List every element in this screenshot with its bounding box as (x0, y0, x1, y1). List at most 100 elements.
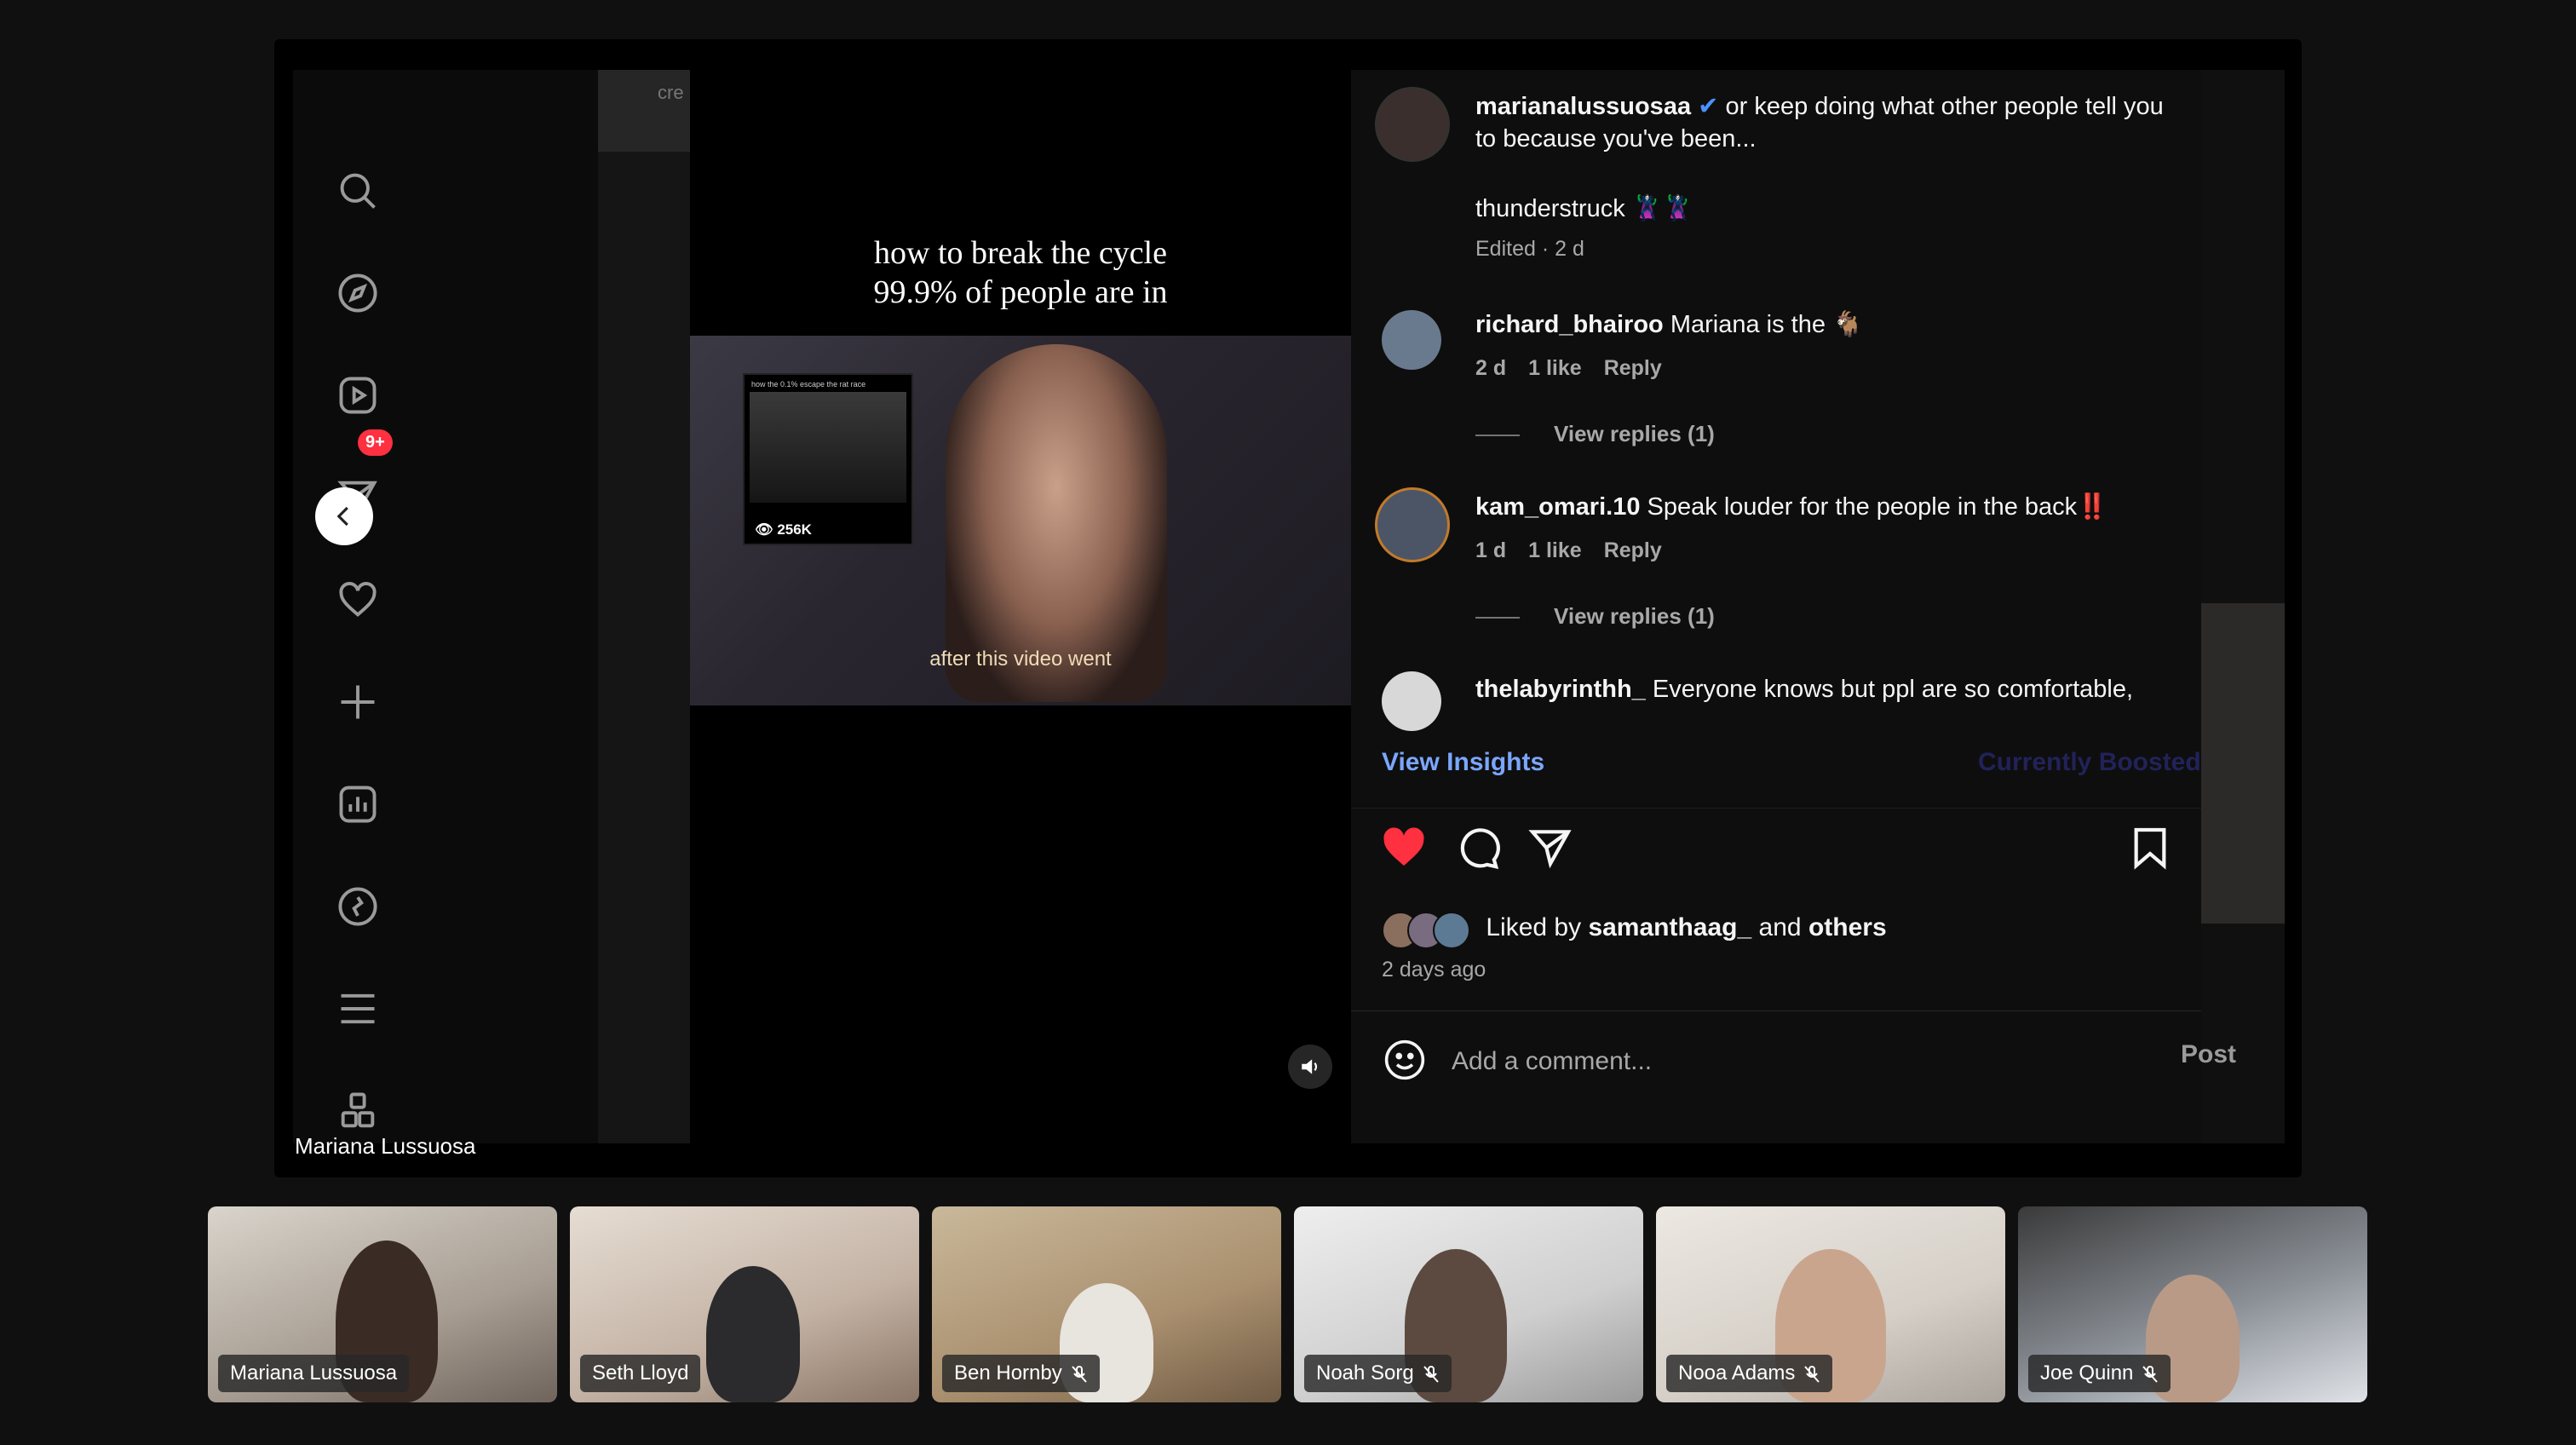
comment-username[interactable]: kam_omari.10 (1475, 493, 1640, 521)
background-post-right-image (2201, 603, 2285, 924)
comment: kam_omari.10 Speak louder for the people… (1475, 491, 2107, 523)
notifications-heart-icon[interactable] (334, 576, 382, 624)
comment-likes[interactable]: 1 like (1528, 356, 1582, 380)
background-post-left (598, 70, 690, 1143)
view-replies-button[interactable]: View replies (1) (1475, 603, 1715, 630)
comment-time: 1 d (1475, 538, 1507, 562)
threads-icon[interactable] (334, 883, 382, 930)
participant-name: Seth Lloyd (592, 1362, 689, 1385)
liked-by-row: Liked by samanthaag_ and others (1382, 912, 1887, 949)
participant-name: Mariana Lussuosa (230, 1362, 398, 1385)
post-timestamp: 2 days ago (1382, 958, 1486, 982)
view-replies-label: View replies (1) (1554, 603, 1715, 629)
shared-screen: 9+ cre how to break the cycle 99.9% of p… (274, 39, 2302, 1177)
video-caption-line1: how to break the cycle (874, 235, 1167, 271)
comment-reply-button[interactable]: Reply (1604, 538, 1662, 562)
comment-reply-button[interactable]: Reply (1604, 356, 1662, 380)
comment-avatar[interactable] (1382, 310, 1441, 370)
participant-name-tag: Noah Sorg (1304, 1355, 1452, 1392)
participant-tile[interactable]: Nooa Adams (1656, 1206, 2005, 1402)
participant-name-tag: Mariana Lussuosa (218, 1355, 410, 1392)
explore-compass-icon[interactable] (334, 269, 382, 317)
participant-name-tag: Nooa Adams (1666, 1355, 1833, 1392)
participant-name-tag: Joe Quinn (2028, 1355, 2171, 1392)
post-caption: marianalussuosaa ✔ or keep doing what ot… (1475, 90, 2174, 155)
mic-muted-icon (2142, 1365, 2159, 1384)
participant-tile[interactable]: Ben Hornby (932, 1206, 1281, 1402)
comment-username[interactable]: thelabyrinthh_ (1475, 676, 1646, 703)
liked-by-prefix: Liked by (1486, 912, 1582, 941)
participant-name: Ben Hornby (954, 1362, 1062, 1385)
video-subtitle: after this video went (929, 648, 1112, 671)
emoji-icon[interactable] (1382, 1037, 1428, 1083)
post-action-bar (1351, 808, 2201, 884)
insights-chart-icon[interactable] (334, 780, 382, 828)
comment-text: Mariana is the 🐐 (1670, 311, 1864, 338)
menu-icon[interactable] (334, 985, 382, 1033)
instagram-window: 9+ cre how to break the cycle 99.9% of p… (293, 70, 2285, 1143)
comments-panel: marianalussuosaa ✔ or keep doing what ot… (1351, 70, 2236, 1144)
participant-name: Nooa Adams (1678, 1362, 1796, 1385)
video-caption: how to break the cycle 99.9% of people a… (690, 233, 1351, 312)
participant-video (706, 1266, 800, 1402)
author-avatar[interactable] (1375, 87, 1450, 162)
participant-tile[interactable]: Mariana Lussuosa (208, 1206, 557, 1402)
video-caption-line2: 99.9% of people are in (873, 274, 1168, 310)
inner-video-thumbnail: how the 0.1% escape the rat race 👁 256K (743, 373, 913, 545)
inner-views-value: 256K (777, 521, 812, 538)
share-send-icon[interactable] (1527, 824, 1574, 872)
notification-badge: 9+ (358, 429, 393, 456)
post-caption-meta: Edited · 2 d (1475, 237, 1584, 261)
post-author[interactable]: marianalussuosaa (1475, 93, 1691, 120)
currently-boosted-label: Currently Boosted (1978, 748, 2201, 776)
create-plus-icon[interactable] (334, 678, 382, 726)
participant-name-tag: Ben Hornby (942, 1355, 1100, 1392)
post-caption-extra: thunderstruck 🦹‍♀️🦹‍♀️ (1475, 195, 1693, 222)
comment-likes[interactable]: 1 like (1528, 538, 1582, 562)
back-arrow-button[interactable] (315, 487, 373, 545)
comment-avatar[interactable] (1382, 671, 1441, 731)
view-replies-button[interactable]: View replies (1) (1475, 421, 1715, 447)
inner-views-count: 👁 256K (755, 521, 812, 538)
comment-bubble-icon[interactable] (1453, 824, 1501, 872)
participant-tile[interactable]: Joe Quinn (2018, 1206, 2367, 1402)
video-frame: how the 0.1% escape the rat race 👁 256K … (690, 336, 1351, 705)
participant-name: Joe Quinn (2040, 1362, 2134, 1385)
comment-meta: 2 d 1 like Reply (1475, 356, 1684, 381)
post-comment-button[interactable]: Post (2181, 1040, 2236, 1069)
liked-by-avatars[interactable] (1382, 912, 1470, 949)
comment-text: Speak louder for the people in the back‼… (1647, 493, 2108, 521)
mic-muted-icon (1803, 1365, 1820, 1384)
add-comment-bar: Post (1351, 1010, 2236, 1144)
participant-tile[interactable]: Seth Lloyd (570, 1206, 919, 1402)
mic-muted-icon (1423, 1365, 1440, 1384)
comment-text: Everyone knows but ppl are so comfortabl… (1652, 676, 2134, 703)
save-bookmark-icon[interactable] (2126, 824, 2174, 872)
post-video[interactable]: how to break the cycle 99.9% of people a… (690, 70, 1351, 1143)
search-icon[interactable] (334, 167, 382, 215)
view-insights-link[interactable]: View Insights (1382, 748, 1544, 777)
liked-by-and: and (1758, 912, 1802, 941)
comment-input[interactable] (1450, 1039, 2067, 1085)
comment-time: 2 d (1475, 356, 1507, 380)
presenter-name: Mariana Lussuosa (295, 1133, 476, 1159)
instagram-sidebar: 9+ (293, 70, 598, 1143)
view-replies-label: View replies (1) (1554, 421, 1715, 446)
more-apps-icon[interactable] (334, 1087, 382, 1135)
background-post-left-top: cre (598, 70, 690, 152)
inner-thumb-title: how the 0.1% escape the rat race (751, 380, 866, 389)
comment: richard_bhairoo Mariana is the 🐐 (1475, 308, 1863, 341)
comment: thelabyrinthh_ Everyone knows but ppl ar… (1475, 673, 2133, 705)
comment-username[interactable]: richard_bhairoo (1475, 311, 1664, 338)
participant-name-tag: Seth Lloyd (580, 1355, 701, 1392)
mic-muted-icon (1071, 1365, 1088, 1384)
liked-by-others[interactable]: others (1808, 913, 1887, 941)
volume-button[interactable] (1288, 1045, 1332, 1089)
comment-avatar[interactable] (1375, 487, 1450, 562)
participant-tile[interactable]: Noah Sorg (1294, 1206, 1643, 1402)
liked-by-user[interactable]: samanthaag_ (1588, 913, 1751, 941)
like-heart-icon[interactable] (1380, 824, 1428, 872)
reels-icon[interactable] (334, 371, 382, 419)
comment-meta: 1 d 1 like Reply (1475, 538, 1684, 563)
participant-name: Noah Sorg (1316, 1362, 1414, 1385)
